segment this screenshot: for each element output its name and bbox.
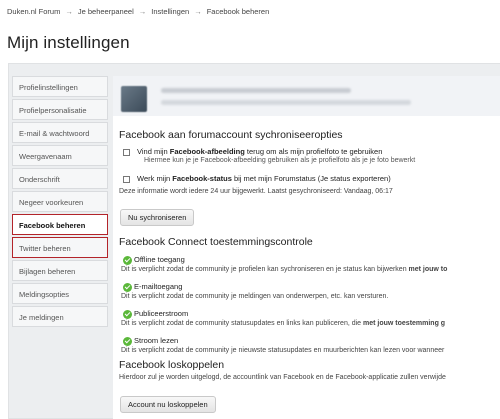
option-text: Werk mijn (137, 174, 173, 183)
permission-desc-text: Dit is verplicht zodat de community je n… (121, 347, 445, 354)
permission-desc-bold: met jouw to (408, 266, 448, 273)
sidebar-item-notification-options[interactable]: Meldingsopties (12, 283, 108, 304)
breadcrumb-control-panel[interactable]: Je beheerpaneel (78, 7, 134, 16)
facebook-status-option: Werk mijn Facebook-status bij met mijn F… (137, 174, 391, 183)
sidebar: Profielinstellingen Profielpersonalisati… (12, 76, 108, 329)
permission-email-desc: Dit is verplicht zodat de community je m… (121, 293, 388, 300)
unlink-description: Hierdoor zul je worden uitgelogd, de acc… (119, 374, 446, 381)
sidebar-item-attachments[interactable]: Bijlagen beheren (12, 260, 108, 281)
breadcrumb-separator: → (138, 7, 147, 16)
permission-publish-stream: Publiceerstroom (134, 309, 189, 318)
permission-email-access: E-mailtoegang (134, 282, 183, 291)
breadcrumb-separator: → (194, 7, 202, 16)
unlink-account-button[interactable]: Account nu loskoppelen (120, 396, 216, 413)
sync-options-heading: Facebook aan forumaccount sychroniseerop… (119, 129, 343, 141)
sidebar-item-profile-settings[interactable]: Profielinstellingen (12, 76, 108, 97)
sidebar-item-my-notifications[interactable]: Je meldingen (12, 306, 108, 327)
main-content: Facebook aan forumaccount sychroniseerop… (113, 76, 500, 419)
facebook-profile-strip (113, 76, 500, 116)
avatar (121, 86, 147, 112)
permission-read-stream: Stroom lezen (134, 336, 179, 345)
permissions-heading: Facebook Connect toestemmingscontrole (119, 236, 313, 248)
breadcrumb-settings[interactable]: Instellingen (151, 7, 189, 16)
permission-desc-bold: met jouw toestemming g (363, 320, 446, 327)
facebook-status-checkbox[interactable] (123, 176, 130, 183)
redacted-profile-name (161, 88, 351, 93)
check-circle-icon (123, 283, 132, 292)
option-bold-text: Facebook-afbeelding (169, 147, 245, 156)
facebook-picture-option: Vind mijn Facebook-afbeelding terug om a… (137, 147, 382, 156)
facebook-picture-checkbox[interactable] (123, 149, 130, 156)
breadcrumb-forum[interactable]: Duken.nl Forum (7, 7, 60, 16)
redacted-profile-info (161, 100, 411, 105)
check-circle-icon (123, 337, 132, 346)
check-circle-icon (123, 256, 132, 265)
permission-read-desc: Dit is verplicht zodat de community je n… (121, 347, 444, 354)
permission-desc-text: Dit is verplicht zodat de community je m… (121, 293, 389, 300)
option-text: Vind mijn (137, 147, 170, 156)
sidebar-item-signature[interactable]: Onderschrift (12, 168, 108, 189)
breadcrumb-current: Facebook beheren (206, 7, 270, 16)
permission-desc-text: Dit is verplicht zodat de community stat… (121, 320, 364, 327)
permission-offline-desc: Dit is verplicht zodat de community je p… (121, 266, 447, 273)
permission-publish-desc: Dit is verplicht zodat de community stat… (121, 320, 445, 327)
sync-info-text: Deze informatie wordt iedere 24 uur bijg… (119, 188, 393, 195)
page-title: Mijn instellingen (7, 33, 130, 52)
option-text: terug om als mijn profielfoto te gebruik… (244, 147, 383, 156)
permission-offline-access: Offline toegang (134, 255, 185, 264)
option-bold-text: Facebook-status (172, 174, 232, 183)
permission-desc-text: Dit is verplicht zodat de community je p… (121, 266, 409, 273)
facebook-picture-hint: Hiermee kun je je Facebook-afbeelding ge… (144, 157, 416, 164)
breadcrumb-separator: → (65, 7, 73, 16)
unlink-heading: Facebook loskoppelen (119, 359, 225, 371)
sidebar-item-profile-customization[interactable]: Profielpersonalisatie (12, 99, 108, 120)
sync-now-button[interactable]: Nu sychroniseren (120, 209, 195, 226)
check-circle-icon (123, 310, 132, 319)
sidebar-item-email-password[interactable]: E-mail & wachtwoord (12, 122, 108, 143)
sidebar-item-facebook[interactable]: Facebook beheren (12, 214, 108, 235)
sidebar-item-display-name[interactable]: Weergavenaam (12, 145, 108, 166)
breadcrumb: Duken.nl Forum → Je beheerpaneel → Instellin… (7, 7, 269, 16)
sidebar-item-twitter[interactable]: Twitter beheren (12, 237, 108, 258)
option-text: bij met mijn Forumstatus (Je status expo… (231, 174, 391, 183)
sidebar-item-ignore-preferences[interactable]: Negeer voorkeuren (12, 191, 108, 212)
